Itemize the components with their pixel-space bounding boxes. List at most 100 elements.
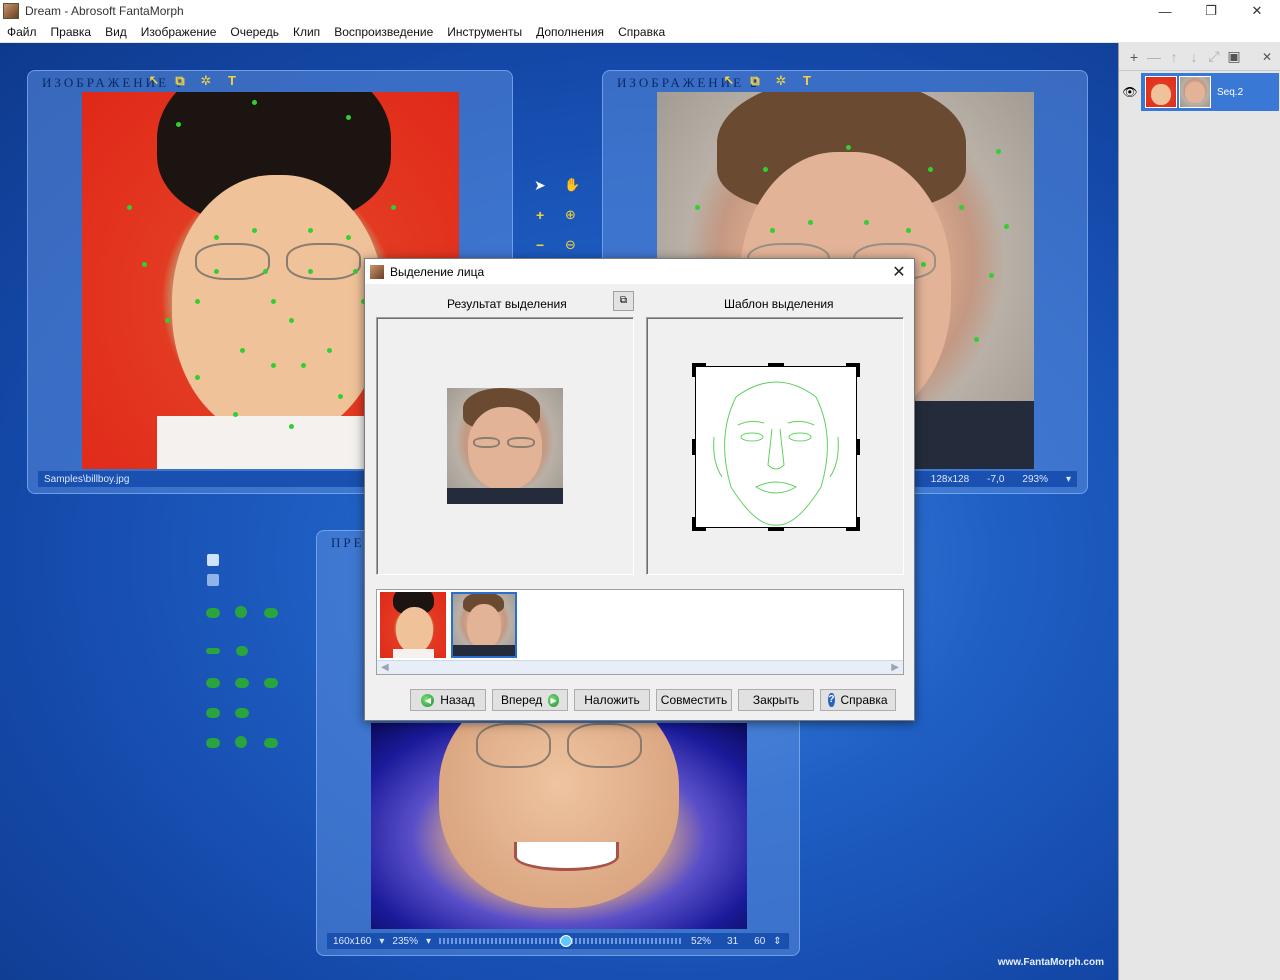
- shape-icon[interactable]: [235, 736, 247, 748]
- zoom-out-icon[interactable]: ⊖: [565, 237, 576, 253]
- text-icon[interactable]: T: [799, 74, 815, 88]
- landmark-point[interactable]: [694, 205, 700, 211]
- crop-icon[interactable]: ⧉: [747, 74, 763, 88]
- sequence-row[interactable]: 👁 Seq.2: [1119, 73, 1279, 111]
- handle-left[interactable]: [692, 439, 695, 455]
- shape-icon[interactable]: [264, 608, 278, 618]
- sequence-item[interactable]: Seq.2: [1141, 73, 1279, 111]
- close-window-button[interactable]: ✕: [1234, 0, 1280, 22]
- landmark-point[interactable]: [251, 99, 257, 105]
- shape-icon[interactable]: [235, 708, 249, 718]
- checkbox-icon[interactable]: [207, 554, 219, 566]
- landmark-point[interactable]: [127, 205, 133, 211]
- add-point-icon[interactable]: +: [536, 207, 544, 223]
- eye-icon[interactable]: 👁: [1119, 85, 1141, 99]
- landmark-point[interactable]: [958, 205, 964, 211]
- checkbox-icon[interactable]: [207, 574, 219, 586]
- move-up-icon[interactable]: ↑: [1167, 49, 1181, 65]
- landmark-point[interactable]: [920, 261, 926, 267]
- landmark-point[interactable]: [142, 261, 148, 267]
- handle-bottom-left[interactable]: [692, 517, 706, 531]
- shape-icon[interactable]: [235, 606, 247, 618]
- landmark-point[interactable]: [391, 205, 397, 211]
- shape-icon[interactable]: [264, 738, 278, 748]
- landmark-point[interactable]: [905, 227, 911, 233]
- remove-icon[interactable]: —: [1147, 49, 1161, 65]
- minimize-button[interactable]: —: [1142, 0, 1188, 22]
- shape-icon[interactable]: [264, 678, 278, 688]
- shape-icon[interactable]: [206, 608, 220, 618]
- landmark-point[interactable]: [988, 272, 994, 278]
- spinner-icon[interactable]: ⇕: [773, 936, 781, 947]
- handle-right[interactable]: [857, 439, 860, 455]
- handle-bottom-right[interactable]: [846, 517, 860, 531]
- frame-slider[interactable]: [439, 935, 684, 947]
- menu-file[interactable]: Файл: [0, 25, 44, 39]
- back-button[interactable]: ◀ Назад: [410, 689, 486, 711]
- handle-bottom[interactable]: [768, 528, 784, 531]
- strip-scrollbar[interactable]: ◀ ▶: [377, 660, 903, 674]
- menu-clip[interactable]: Клип: [286, 25, 327, 39]
- handle-top[interactable]: [768, 363, 784, 366]
- landmark-point[interactable]: [308, 227, 314, 233]
- landmark-point[interactable]: [996, 148, 1002, 154]
- shape-icon[interactable]: [206, 708, 220, 718]
- add-icon[interactable]: +: [1127, 49, 1141, 65]
- dialog-close-icon[interactable]: ✕: [884, 262, 914, 282]
- image2-zoom[interactable]: 293%: [1022, 474, 1048, 485]
- shape-icon[interactable]: [206, 678, 220, 688]
- shape-icon[interactable]: [236, 646, 248, 656]
- close-panel-icon[interactable]: ✕: [1260, 50, 1274, 64]
- landmark-point[interactable]: [1003, 223, 1009, 229]
- gear-icon[interactable]: ✲: [198, 74, 214, 88]
- strip-thumb-image1[interactable]: [380, 592, 446, 658]
- landmark-point[interactable]: [345, 114, 351, 120]
- strip-thumb-image2[interactable]: [451, 592, 517, 658]
- footer-link[interactable]: www.FantaMorph.com: [998, 957, 1104, 968]
- crop-icon[interactable]: ⧉: [172, 74, 188, 88]
- gear-icon[interactable]: ✲: [773, 74, 789, 88]
- text-icon[interactable]: T: [224, 74, 240, 88]
- handle-top-right[interactable]: [846, 363, 860, 377]
- landmark-point[interactable]: [807, 220, 813, 226]
- menu-view[interactable]: Вид: [98, 25, 134, 39]
- menu-queue[interactable]: Очередь: [223, 25, 286, 39]
- shape-icon[interactable]: [206, 648, 220, 654]
- remove-point-icon[interactable]: −: [536, 237, 544, 253]
- shape-icon[interactable]: [206, 738, 220, 748]
- zoom-in-icon[interactable]: ⊕: [565, 207, 576, 223]
- landmark-point[interactable]: [270, 299, 276, 305]
- expand-icon[interactable]: ⤢: [1207, 48, 1221, 65]
- menu-edit[interactable]: Правка: [44, 25, 99, 39]
- pointer-icon[interactable]: ➤: [534, 177, 546, 194]
- preview-zoom[interactable]: 235%: [392, 936, 418, 947]
- apply-button[interactable]: Наложить: [574, 689, 650, 711]
- swap-button[interactable]: ⧉: [613, 291, 634, 311]
- landmark-point[interactable]: [770, 227, 776, 233]
- landmark-point[interactable]: [845, 144, 851, 150]
- handle-top-left[interactable]: [692, 363, 706, 377]
- layers-icon[interactable]: ▣: [1227, 48, 1241, 65]
- hand-icon[interactable]: ✋: [564, 177, 580, 193]
- menu-image[interactable]: Изображение: [134, 25, 224, 39]
- zoom-dropdown-icon[interactable]: ▾: [426, 936, 431, 947]
- shape-icon[interactable]: [235, 678, 249, 688]
- landmark-point[interactable]: [251, 227, 257, 233]
- help-button[interactable]: ? Справка: [820, 689, 896, 711]
- landmark-point[interactable]: [195, 374, 201, 380]
- arrow-icon[interactable]: ↖: [146, 74, 162, 88]
- restore-button[interactable]: ❐: [1188, 0, 1234, 22]
- move-down-icon[interactable]: ↓: [1187, 49, 1201, 65]
- menu-help[interactable]: Справка: [611, 25, 672, 39]
- zoom-dropdown-icon[interactable]: ▾: [1066, 474, 1071, 485]
- menu-addons[interactable]: Дополнения: [529, 25, 611, 39]
- scroll-left-icon[interactable]: ◀: [381, 662, 389, 673]
- menu-playback[interactable]: Воспроизведение: [327, 25, 440, 39]
- face-template[interactable]: [695, 366, 857, 528]
- size-dropdown-icon[interactable]: ▾: [379, 936, 384, 947]
- template-frame[interactable]: [646, 317, 904, 575]
- close-button[interactable]: Закрыть: [738, 689, 814, 711]
- menu-tools[interactable]: Инструменты: [440, 25, 529, 39]
- arrow-icon[interactable]: ↖: [721, 74, 737, 88]
- forward-button[interactable]: Вперед ▶: [492, 689, 568, 711]
